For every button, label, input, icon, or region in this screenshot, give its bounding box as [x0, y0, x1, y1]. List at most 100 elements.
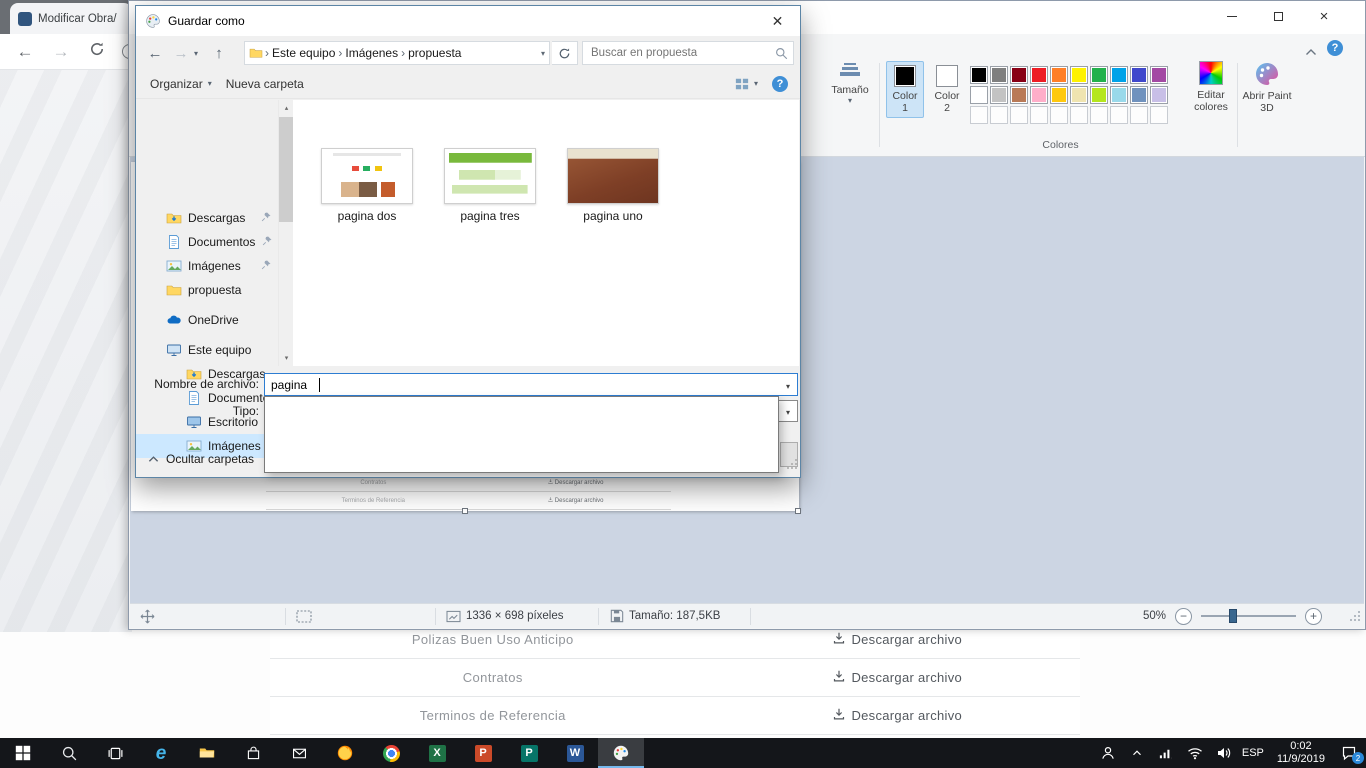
reload-icon[interactable] [86, 41, 108, 62]
breadcrumb[interactable]: Este equipo Imágenes propuesta ▾ [244, 41, 550, 65]
nav-history-chevron-icon[interactable]: ▾ [194, 49, 198, 58]
maximize-button[interactable] [1255, 1, 1301, 32]
filename-field[interactable]: ▾ [264, 373, 798, 396]
taskbar-start-icon[interactable] [0, 738, 46, 768]
close-button[interactable]: × [1301, 1, 1347, 32]
language-indicator[interactable]: ESP [1242, 747, 1264, 759]
hide-folders-button[interactable]: Ocultar carpetas [148, 452, 254, 466]
color-swatch[interactable] [1130, 66, 1148, 84]
network-icon[interactable] [1155, 746, 1177, 761]
nav-up-icon[interactable]: ↑ [206, 45, 232, 62]
color-swatch[interactable] [1050, 86, 1068, 104]
taskbar-edge-icon[interactable]: e [138, 738, 184, 768]
taskbar-chrome-icon[interactable] [368, 738, 414, 768]
chevron-down-icon[interactable]: ▾ [786, 408, 790, 417]
empty-color-slot[interactable] [990, 106, 1008, 124]
sidebar-item-este equipo[interactable]: Este equipo [136, 338, 278, 362]
empty-color-slot[interactable] [1070, 106, 1088, 124]
color-swatch[interactable] [1130, 86, 1148, 104]
back-icon[interactable]: ← [14, 42, 36, 62]
taskbar-word-icon[interactable]: W [552, 738, 598, 768]
download-link[interactable]: Descargar archivo [716, 670, 1081, 685]
breadcrumb-dropdown-icon[interactable]: ▾ [541, 49, 545, 58]
file-item[interactable]: pagina tres [438, 148, 542, 223]
color-swatch[interactable] [970, 86, 988, 104]
color-swatch[interactable] [1030, 66, 1048, 84]
canvas-resize-handle[interactable] [795, 508, 801, 514]
dialog-help-button[interactable]: ? [772, 76, 788, 92]
color-swatch[interactable] [1010, 66, 1028, 84]
color-swatch[interactable] [1110, 86, 1128, 104]
sidebar-item-descargas[interactable]: Descargas [136, 206, 278, 230]
taskbar-task-view-icon[interactable] [92, 738, 138, 768]
color-swatch[interactable] [1150, 86, 1168, 104]
breadcrumb-item[interactable]: propuesta [405, 46, 464, 60]
canvas-resize-handle[interactable] [462, 508, 468, 514]
dialog-close-button[interactable]: ✕ [755, 6, 800, 36]
color-swatch[interactable] [990, 86, 1008, 104]
zoom-slider-thumb[interactable] [1229, 609, 1237, 623]
chrome-tab[interactable]: Modificar Obra/ [10, 3, 132, 34]
empty-color-slot[interactable] [970, 106, 988, 124]
clock[interactable]: 0:02 11/9/2019 [1271, 740, 1331, 766]
taskbar-publisher-icon[interactable]: P [506, 738, 552, 768]
sidebar-item-onedrive[interactable]: OneDrive [136, 308, 278, 332]
zoom-in-button[interactable]: + [1305, 608, 1322, 625]
color-swatch[interactable] [1030, 86, 1048, 104]
forward-icon[interactable]: → [50, 42, 72, 62]
scroll-down-icon[interactable]: ▾ [279, 350, 294, 366]
size-button[interactable]: Tamaño ▾ [827, 61, 873, 133]
views-button[interactable]: ▾ [735, 77, 758, 91]
color2-button[interactable]: Color 2 [928, 61, 966, 118]
color-swatch[interactable] [1050, 66, 1068, 84]
color-swatch[interactable] [1010, 86, 1028, 104]
chevron-up-icon[interactable] [1126, 746, 1148, 760]
taskbar-store-icon[interactable] [230, 738, 276, 768]
file-item[interactable]: pagina dos [315, 148, 419, 223]
filename-autocomplete-dropdown[interactable] [264, 396, 779, 473]
color-swatch[interactable] [1090, 66, 1108, 84]
empty-color-slot[interactable] [1130, 106, 1148, 124]
zoom-out-button[interactable]: − [1175, 608, 1192, 625]
breadcrumb-item[interactable]: Este equipo [269, 46, 338, 60]
taskbar-paint-icon[interactable] [598, 738, 644, 768]
search-input[interactable] [583, 42, 793, 64]
scrollbar-thumb[interactable] [279, 117, 294, 222]
file-item[interactable]: pagina uno [561, 148, 665, 223]
chevron-down-icon[interactable]: ▾ [786, 382, 790, 391]
breadcrumb-item[interactable]: Imágenes [342, 46, 401, 60]
taskbar-mail-icon[interactable] [276, 738, 322, 768]
empty-color-slot[interactable] [1050, 106, 1068, 124]
notification-center-icon[interactable]: 2 [1338, 745, 1360, 761]
scroll-up-icon[interactable]: ▴ [279, 100, 294, 116]
empty-color-slot[interactable] [1090, 106, 1108, 124]
zoom-slider[interactable] [1201, 615, 1296, 617]
taskbar-search-icon[interactable] [46, 738, 92, 768]
color-swatch[interactable] [1070, 66, 1088, 84]
color-swatch[interactable] [970, 66, 988, 84]
nav-forward-icon[interactable]: → [168, 45, 194, 62]
collapse-ribbon-icon[interactable] [1305, 43, 1317, 61]
color-swatch[interactable] [990, 66, 1008, 84]
color-swatch[interactable] [1090, 86, 1108, 104]
nav-back-icon[interactable]: ← [142, 45, 168, 62]
open-paint3d-button[interactable]: Abrir Paint 3D [1241, 61, 1293, 114]
volume-icon[interactable] [1213, 745, 1235, 761]
empty-color-slot[interactable] [1110, 106, 1128, 124]
edit-colors-button[interactable]: Editar colores [1187, 61, 1235, 113]
taskbar-firefox-icon[interactable] [322, 738, 368, 768]
sidebar-item-documentos[interactable]: Documentos [136, 230, 278, 254]
download-link[interactable]: Descargar archivo [716, 708, 1081, 723]
sidebar-item-propuesta[interactable]: propuesta [136, 278, 278, 302]
dialog-resize-grip[interactable] [786, 457, 798, 475]
organize-button[interactable]: Organizar ▾ [150, 77, 212, 91]
filename-input[interactable] [265, 374, 797, 395]
color-swatch[interactable] [1150, 66, 1168, 84]
taskbar-powerpoint-icon[interactable]: P [460, 738, 506, 768]
color1-button[interactable]: Color 1 [886, 61, 924, 118]
empty-color-slot[interactable] [1030, 106, 1048, 124]
search-box[interactable] [582, 41, 794, 65]
new-folder-button[interactable]: Nueva carpeta [226, 77, 304, 91]
taskbar-file-explorer-icon[interactable] [184, 738, 230, 768]
wifi-icon[interactable] [1184, 745, 1206, 761]
